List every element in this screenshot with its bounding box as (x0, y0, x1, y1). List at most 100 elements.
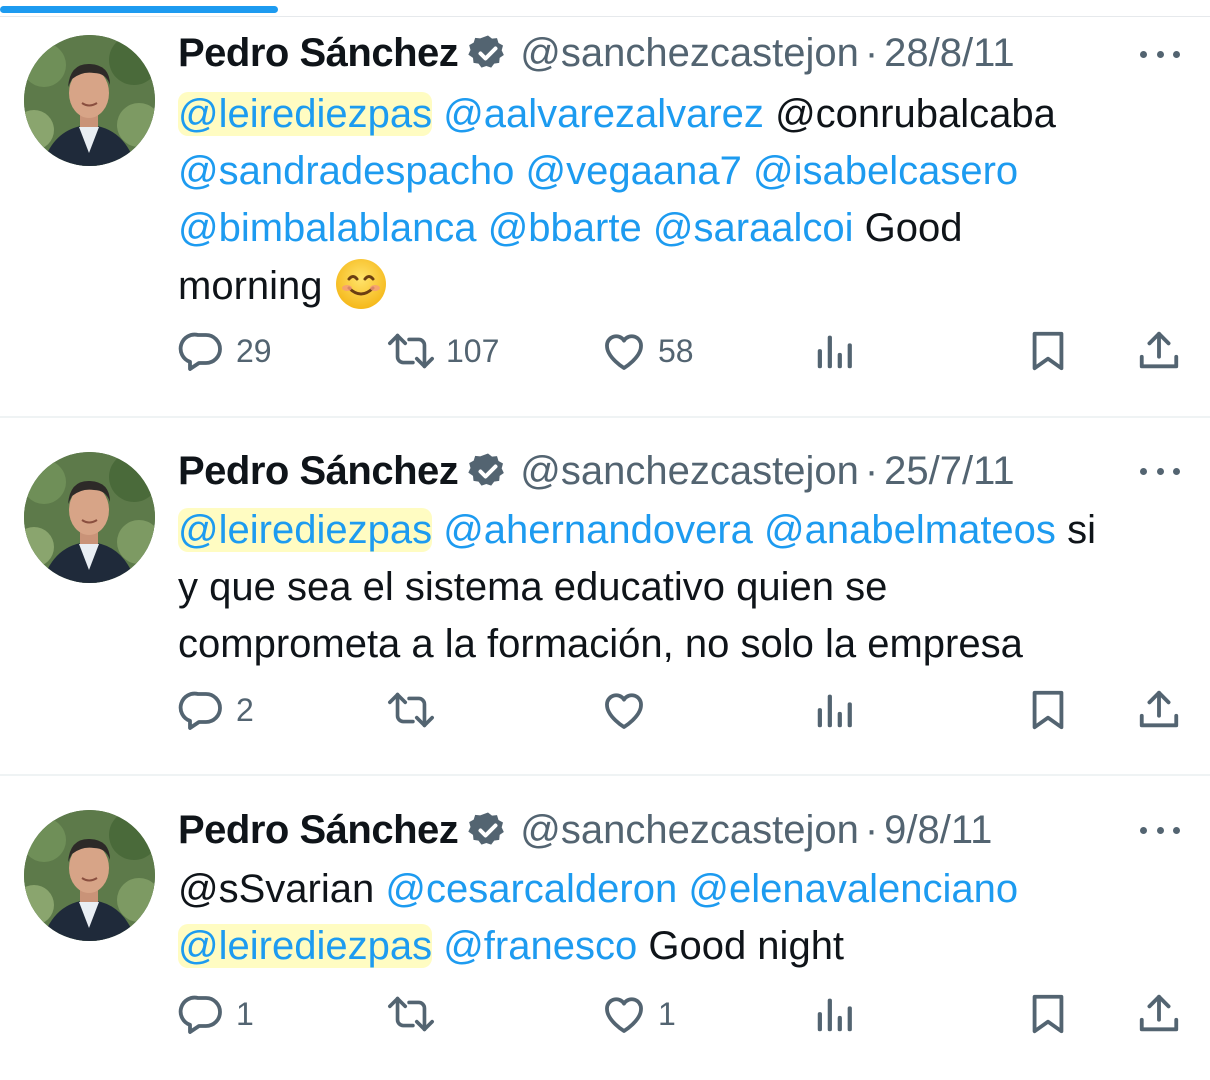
mention[interactable]: @isabelcasero (753, 149, 1018, 193)
views-button[interactable] (812, 990, 858, 1038)
like-icon (600, 327, 648, 375)
verified-badge-icon (468, 451, 508, 491)
bookmark-button[interactable] (1025, 990, 1071, 1038)
avatar[interactable] (24, 35, 155, 166)
more-icon[interactable] (1140, 818, 1180, 842)
author-handle[interactable]: @sanchezcastejon (520, 446, 859, 496)
divider (0, 416, 1210, 418)
reply-icon (178, 686, 226, 734)
views-icon (812, 990, 858, 1038)
like-count: 1 (658, 995, 676, 1032)
reply-button[interactable]: 2 (178, 686, 254, 734)
reply-icon (178, 990, 226, 1038)
avatar[interactable] (24, 452, 155, 583)
tweet-text-fragment: morning (178, 264, 323, 308)
reply-count: 1 (236, 995, 254, 1032)
mention-text[interactable]: @sSvarian (178, 867, 374, 911)
more-icon[interactable] (1140, 459, 1180, 483)
bookmark-button[interactable] (1025, 327, 1071, 375)
verified-badge-icon (468, 33, 508, 73)
tweet-actions: 29 107 58 (0, 327, 1210, 387)
reply-button[interactable]: 29 (178, 327, 272, 375)
tweet-date[interactable]: 9/8/11 (884, 805, 992, 855)
mention[interactable]: @elenavalenciano (688, 867, 1018, 911)
bookmark-icon (1025, 686, 1071, 734)
retweet-icon (386, 327, 436, 375)
tweet-date[interactable]: 28/8/11 (884, 28, 1015, 78)
reply-count: 2 (236, 691, 254, 728)
mention[interactable]: @leirediezpas (178, 924, 433, 968)
separator: · (864, 449, 879, 493)
reply-button[interactable]: 1 (178, 990, 254, 1038)
views-button[interactable] (812, 327, 858, 375)
divider (0, 774, 1210, 776)
smiling-face-emoji-icon (334, 257, 388, 311)
like-button[interactable] (600, 686, 658, 734)
mention[interactable]: @sandradespacho (178, 149, 514, 193)
tweet-text-fragment: y que sea el sistema educativo quien se (178, 565, 888, 609)
mention[interactable]: @saraalcoi (653, 206, 854, 250)
mention-text[interactable]: @conrubalcaba (775, 92, 1056, 136)
tweet-text: @sSvarian @cesarcalderon @elenavalencian… (178, 861, 1203, 975)
author-name[interactable]: Pedro Sánchez (178, 28, 459, 78)
share-button[interactable] (1136, 327, 1182, 375)
share-icon (1136, 686, 1182, 734)
mention[interactable]: @leirediezpas (178, 92, 433, 136)
avatar[interactable] (24, 810, 155, 941)
mention[interactable]: @vegaana7 (526, 149, 742, 193)
mention[interactable]: @anabelmateos (764, 508, 1056, 552)
reply-count: 29 (236, 332, 272, 369)
mention[interactable]: @aalvarezalvarez (443, 92, 764, 136)
tweet-text: @leirediezpas @aalvarezalvarez @conrubal… (178, 86, 1203, 315)
retweet-count: 107 (446, 332, 500, 369)
bookmark-icon (1025, 327, 1071, 375)
tweet-header: Pedro Sánchez @sanchezcastejon · 28/8/11 (178, 28, 1210, 78)
separator: · (864, 808, 879, 852)
like-icon (600, 990, 648, 1038)
author-handle[interactable]: @sanchezcastejon (520, 805, 859, 855)
bookmark-button[interactable] (1025, 686, 1071, 734)
author-handle[interactable]: @sanchezcastejon (520, 28, 859, 78)
views-icon (812, 686, 858, 734)
verified-badge-icon (468, 810, 508, 850)
retweet-icon (386, 990, 436, 1038)
tweet-actions: 1 1 (0, 990, 1210, 1050)
tweet-text: @leirediezpas @ahernandovera @anabelmate… (178, 502, 1203, 673)
share-button[interactable] (1136, 686, 1182, 734)
share-button[interactable] (1136, 990, 1182, 1038)
more-icon[interactable] (1140, 42, 1180, 66)
mention[interactable]: @cesarcalderon (385, 867, 677, 911)
mention[interactable]: @bbarte (488, 206, 642, 250)
retweet-icon (386, 686, 436, 734)
retweet-button[interactable]: 107 (386, 327, 499, 375)
mention[interactable]: @franesco (443, 924, 637, 968)
mention[interactable]: @leirediezpas (178, 508, 433, 552)
mention[interactable]: @ahernandovera (443, 508, 753, 552)
retweet-button[interactable] (386, 686, 446, 734)
tweet-text-fragment: si (1067, 508, 1096, 552)
views-button[interactable] (812, 686, 858, 734)
share-icon (1136, 327, 1182, 375)
views-icon (812, 327, 858, 375)
tweet-date[interactable]: 25/7/11 (884, 446, 1015, 496)
like-icon (600, 686, 648, 734)
tweet-actions: 2 (0, 686, 1210, 746)
tweet-text-fragment: comprometa a la formación, no solo la em… (178, 622, 1023, 666)
share-icon (1136, 990, 1182, 1038)
like-button[interactable]: 1 (600, 990, 676, 1038)
bookmark-icon (1025, 990, 1071, 1038)
tweet-text-fragment: Good (864, 206, 963, 250)
author-name[interactable]: Pedro Sánchez (178, 805, 459, 855)
like-count: 58 (658, 332, 694, 369)
loading-progress-bar (0, 6, 279, 13)
tweet-header: Pedro Sánchez @sanchezcastejon · 9/8/11 (178, 805, 1210, 855)
retweet-button[interactable] (386, 990, 446, 1038)
like-button[interactable]: 58 (600, 327, 694, 375)
top-bar (0, 0, 1210, 17)
author-name[interactable]: Pedro Sánchez (178, 446, 459, 496)
mention[interactable]: @bimbalablanca (178, 206, 477, 250)
tweet-text-fragment: Good night (648, 924, 845, 968)
reply-icon (178, 327, 226, 375)
tweet-header: Pedro Sánchez @sanchezcastejon · 25/7/11 (178, 446, 1210, 496)
separator: · (864, 31, 879, 75)
